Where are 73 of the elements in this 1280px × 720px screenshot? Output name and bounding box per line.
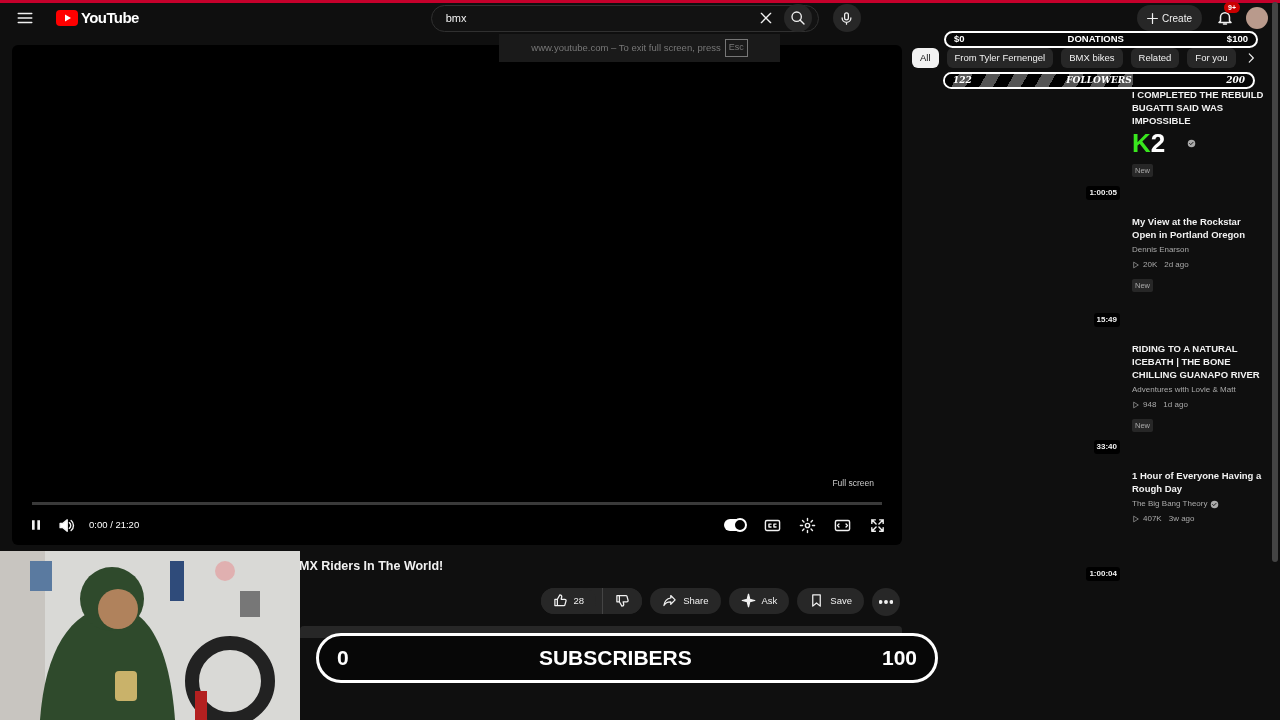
avatar[interactable]: [1246, 7, 1268, 29]
upload-age: 2d ago: [1164, 259, 1189, 271]
duration-badge: 15:49: [1093, 313, 1120, 327]
more-button[interactable]: [872, 587, 900, 616]
volume-button[interactable]: [58, 516, 75, 534]
video-thumbnail[interactable]: 15:49: [912, 215, 1124, 327]
play-logo-icon: [56, 10, 78, 26]
bar-max: 200: [1226, 74, 1245, 87]
filter-chip[interactable]: All: [912, 48, 939, 68]
play-outline-icon: [1132, 261, 1140, 269]
save-button[interactable]: Save: [797, 587, 864, 614]
upload-age: 1d ago: [1163, 399, 1188, 411]
esc-key: Esc: [724, 39, 748, 57]
bell-icon: [1216, 9, 1234, 27]
sparkle-icon: [740, 593, 756, 609]
k2-logo: K2: [1132, 130, 1167, 156]
view-count: 20K: [1143, 259, 1158, 271]
bar-min: $0: [954, 33, 965, 46]
progress-track[interactable]: [32, 502, 882, 505]
settings-icon: [799, 516, 816, 534]
search-button[interactable]: [783, 4, 812, 32]
video-title[interactable]: RIDING TO A NATURAL ICEBATH | THE BONE CHILLING GUANAPO RIVER: [1132, 342, 1264, 381]
bar-max: 100: [881, 645, 917, 672]
filter-chip[interactable]: BMX bikes: [1061, 48, 1123, 68]
filter-chip[interactable]: From Tyler Fernengel: [946, 48, 1054, 68]
thumbs-up-icon: [552, 593, 568, 609]
settings-button[interactable]: [799, 516, 816, 534]
bar-min: 0: [337, 645, 349, 672]
youtube-logo[interactable]: YouTube: [56, 6, 139, 30]
fullscreen-icon: [869, 516, 886, 534]
notifications-button[interactable]: [1216, 9, 1234, 27]
share-arrow-icon: [662, 593, 678, 609]
video-thumbnail[interactable]: 1:00:05: [912, 88, 1124, 200]
filter-chip[interactable]: For you: [1187, 48, 1236, 68]
channel-name[interactable]: Dennis Enarson: [1132, 244, 1189, 256]
thumbs-down-icon: [615, 593, 631, 609]
dislike-button[interactable]: [602, 587, 643, 614]
bar-max: $100: [1226, 33, 1248, 46]
plus-icon: [1147, 12, 1158, 24]
video-title[interactable]: I COMPLETED THE REBUILD BUGATTI SAID WAS IMPOSSIBLE: [1132, 88, 1264, 127]
bar-label: SUBSCRIBERS: [538, 645, 692, 672]
duration-badge: 33:40: [1093, 440, 1120, 454]
duration-badge: 1:00:05: [1086, 186, 1120, 200]
filter-chip[interactable]: Related: [1130, 48, 1180, 68]
create-button[interactable]: Create: [1137, 5, 1202, 31]
mic-button[interactable]: [832, 4, 861, 32]
channel-name[interactable]: Adventures with Lovie & Matt: [1132, 384, 1236, 396]
bar-min: 122: [953, 74, 972, 87]
ask-button[interactable]: Ask: [728, 587, 790, 614]
volume-icon: [58, 516, 75, 534]
search-field[interactable]: bmx: [443, 8, 758, 28]
more-icon: [879, 599, 893, 604]
video-thumbnail[interactable]: 1:00:04: [912, 469, 1124, 581]
view-count: 948: [1143, 399, 1157, 411]
tooltip-text: Full screen: [832, 477, 874, 490]
bar-label: FOLLOWERS: [1066, 74, 1132, 87]
search-box[interactable]: bmx: [430, 4, 819, 32]
upload-age: 3w ago: [1168, 513, 1195, 525]
play-outline-icon: [1132, 401, 1140, 409]
video-thumbnail[interactable]: 33:40: [912, 342, 1124, 454]
bar-label: DONATIONS: [1067, 33, 1124, 46]
fullscreen-button[interactable]: [869, 516, 886, 534]
view-count: 407K: [1143, 513, 1162, 525]
play-outline-icon: [1132, 515, 1140, 523]
video-title[interactable]: My View at the Rockstar Open in Portland Oregon: [1132, 215, 1264, 241]
share-button[interactable]: Share: [650, 587, 721, 614]
duration-badge: 1:00:04: [1086, 567, 1120, 581]
channel-name[interactable]: The Big Bang Theory: [1132, 498, 1208, 510]
autoplay-toggle[interactable]: [724, 519, 746, 531]
time-display: 0:00 / 21:20: [89, 517, 140, 532]
video-title[interactable]: 1 Hour of Everyone Having a Rough Day: [1132, 469, 1264, 495]
search-icon: [789, 10, 806, 26]
video-title: MX Riders In The World!: [298, 558, 445, 575]
